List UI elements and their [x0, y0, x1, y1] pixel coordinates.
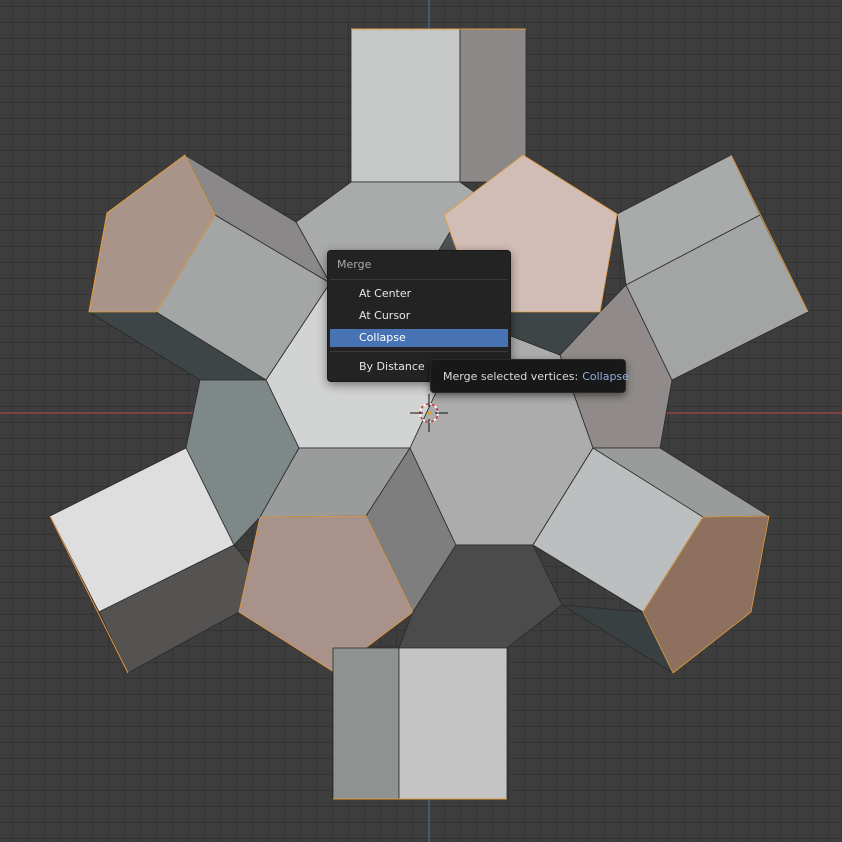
menu-divider [330, 351, 508, 352]
mesh-face[interactable] [350, 28, 461, 183]
menu-divider [330, 279, 508, 280]
menu-item-at-center[interactable]: At Center [330, 285, 508, 303]
menu-item-at-cursor[interactable]: At Cursor [330, 307, 508, 325]
mesh-face[interactable] [398, 647, 508, 800]
tooltip: Merge selected vertices: Collapse [430, 359, 629, 393]
mesh-face[interactable] [332, 647, 400, 800]
tooltip-text: Merge selected vertices: [443, 370, 579, 383]
3d-viewport[interactable] [0, 0, 842, 842]
tooltip-value: Collapse [582, 370, 629, 383]
menu-title: Merge [337, 258, 372, 271]
menu-item-collapse[interactable]: Collapse [330, 329, 508, 347]
mesh-scene[interactable] [0, 0, 842, 842]
mesh-face[interactable] [459, 28, 527, 183]
